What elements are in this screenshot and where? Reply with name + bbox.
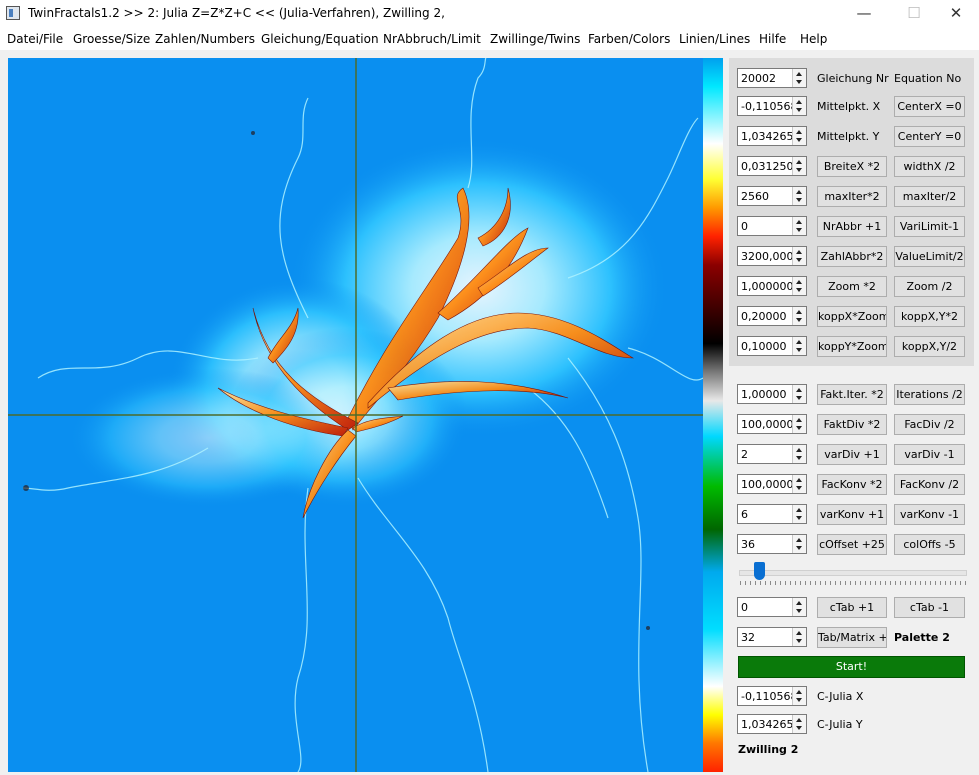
tabmatrix-plus-button[interactable]: Tab/Matrix + — [817, 627, 887, 648]
fackonv-times2-button[interactable]: FacKonv *2 — [817, 474, 887, 495]
menu-lines[interactable]: Linien/Lines — [679, 32, 750, 46]
close-button[interactable]: ✕ — [933, 0, 979, 28]
menu-colors[interactable]: Farben/Colors — [588, 32, 670, 46]
start-button[interactable]: Start! — [738, 656, 965, 678]
zoom-spinbox[interactable]: 1,0000000 — [737, 276, 807, 296]
ctab-minus-button[interactable]: cTab -1 — [894, 597, 965, 618]
equation-label-de: Gleichung Nr — [817, 72, 889, 85]
ctab-spinbox[interactable]: 0 — [737, 597, 807, 617]
minimize-button[interactable]: — — [841, 0, 887, 28]
iterations-div2-button[interactable]: Iterations /2 — [894, 384, 965, 405]
nrabbr-plus-button[interactable]: NrAbbr +1 — [817, 216, 887, 237]
koppx-zoom-button[interactable]: koppX*Zoom — [817, 306, 887, 327]
c-julia-y-spinbox[interactable]: 1,03426542 — [737, 714, 807, 734]
maximize-button[interactable]: ☐ — [891, 0, 937, 28]
maxiter-times2-button[interactable]: maxIter*2 — [817, 186, 887, 207]
vardiv-spinbox[interactable]: 2 — [737, 444, 807, 464]
center-y-label: Mittelpkt. Y — [817, 130, 880, 143]
coffset-plus-button[interactable]: cOffset +25 — [817, 534, 887, 555]
menu-numbers[interactable]: Zahlen/Numbers — [155, 32, 255, 46]
app-icon — [6, 6, 20, 20]
center-x-spinbox[interactable]: -0,1105682 — [737, 96, 807, 116]
c-julia-y-label: C-Julia Y — [817, 718, 863, 731]
varilimit-minus-button[interactable]: VariLimit-1 — [894, 216, 965, 237]
koppxy-div2-button[interactable]: koppX,Y/2 — [894, 336, 965, 357]
koppy-zoom-button[interactable]: koppY*Zoom — [817, 336, 887, 357]
fakt-iter-times2-button[interactable]: Fakt.Iter. *2 — [817, 384, 887, 405]
tabmatrix-spinbox[interactable]: 32 — [737, 627, 807, 647]
zahlabbr-spinbox[interactable]: 3200,0000 — [737, 246, 807, 266]
varkonv-minus-button[interactable]: varKonv -1 — [894, 504, 965, 525]
c-julia-x-spinbox[interactable]: -0,1105682 — [737, 686, 807, 706]
coloffs-minus-button[interactable]: colOffs -5 — [894, 534, 965, 555]
fakt-iter-spinbox[interactable]: 1,00000 — [737, 384, 807, 404]
maxiter-spinbox[interactable]: 2560 — [737, 186, 807, 206]
center-y-zero-button[interactable]: CenterY =0 — [894, 126, 965, 147]
center-y-spinbox[interactable]: 1,03426542 — [737, 126, 807, 146]
koppx-spinbox[interactable]: 0,20000 — [737, 306, 807, 326]
equation-spinbox[interactable]: 20002 — [737, 68, 807, 88]
menu-help[interactable]: Help — [800, 32, 827, 46]
faktdiv-spinbox[interactable]: 100,00000 — [737, 414, 807, 434]
width-spinbox[interactable]: 0,03125000 — [737, 156, 807, 176]
zoom-div2-button[interactable]: Zoom /2 — [894, 276, 965, 297]
zoom-times2-button[interactable]: Zoom *2 — [817, 276, 887, 297]
color-palette-bar — [703, 58, 723, 772]
varkonv-spinbox[interactable]: 6 — [737, 504, 807, 524]
menu-hilfe[interactable]: Hilfe — [759, 32, 786, 46]
facdiv-div2-button[interactable]: FacDiv /2 — [894, 414, 965, 435]
c-julia-x-label: C-Julia X — [817, 690, 864, 703]
slider-ticks — [740, 581, 966, 585]
nrabbr-spinbox[interactable]: 0 — [737, 216, 807, 236]
varkonv-plus-button[interactable]: varKonv +1 — [817, 504, 887, 525]
ctab-plus-button[interactable]: cTab +1 — [817, 597, 887, 618]
center-x-zero-button[interactable]: CenterX =0 — [894, 96, 965, 117]
fractal-canvas[interactable] — [8, 58, 703, 772]
equation-label-en: Equation No — [894, 72, 962, 85]
menu-twins[interactable]: Zwillinge/Twins — [490, 32, 580, 46]
width-times2-button[interactable]: BreiteX *2 — [817, 156, 887, 177]
valuelimit-div2-button[interactable]: ValueLimit/2 — [894, 246, 965, 267]
zahlabbr-times2-button[interactable]: ZahlAbbr*2 — [817, 246, 887, 267]
title-bar: TwinFractals1.2 >> 2: Julia Z=Z*Z+C << (… — [0, 0, 979, 28]
color-offset-slider-track[interactable] — [739, 570, 967, 576]
menu-file[interactable]: Datei/File — [7, 32, 63, 46]
vardiv-minus-button[interactable]: varDiv -1 — [894, 444, 965, 465]
fackonv-spinbox[interactable]: 100,00000 — [737, 474, 807, 494]
menu-size[interactable]: Groesse/Size — [73, 32, 150, 46]
palette-label: Palette 2 — [894, 631, 950, 644]
koppy-spinbox[interactable]: 0,10000 — [737, 336, 807, 356]
coffset-spinbox[interactable]: 36 — [737, 534, 807, 554]
width-div2-button[interactable]: widthX /2 — [894, 156, 965, 177]
menu-equation[interactable]: Gleichung/Equation — [261, 32, 379, 46]
fackonv-div2-button[interactable]: FacKonv /2 — [894, 474, 965, 495]
window-title: TwinFractals1.2 >> 2: Julia Z=Z*Z+C << (… — [28, 6, 445, 20]
fractal-image — [8, 58, 703, 772]
menu-bar: Datei/File Groesse/Size Zahlen/Numbers G… — [0, 28, 979, 50]
center-x-label: Mittelpkt. X — [817, 100, 881, 113]
twin-label: Zwilling 2 — [738, 743, 799, 756]
koppxy-times2-button[interactable]: koppX,Y*2 — [894, 306, 965, 327]
color-offset-slider-thumb[interactable] — [754, 562, 766, 580]
menu-limit[interactable]: NrAbbruch/Limit — [383, 32, 481, 46]
faktdiv-times2-button[interactable]: FaktDiv *2 — [817, 414, 887, 435]
vardiv-plus-button[interactable]: varDiv +1 — [817, 444, 887, 465]
maxiter-div2-button[interactable]: maxIter/2 — [894, 186, 965, 207]
